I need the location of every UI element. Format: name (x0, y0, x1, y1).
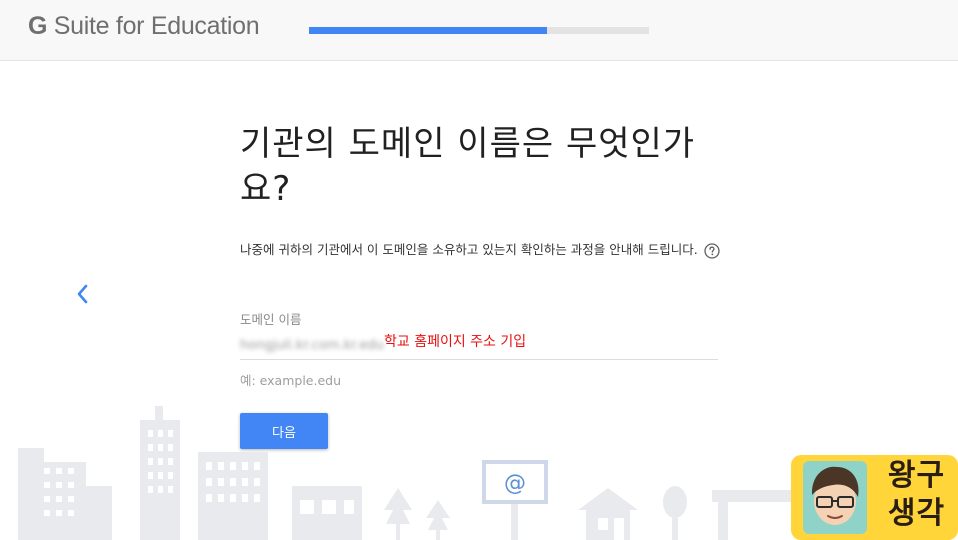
watermark-line-2: 생각 (887, 496, 946, 531)
help-circle-icon[interactable] (704, 242, 720, 259)
description-text: 나중에 귀하의 기관에서 이 도메인을 소유하고 있는지 확인하는 과정을 안내… (240, 242, 698, 257)
page-description: 나중에 귀하의 기관에서 이 도메인을 소유하고 있는지 확인하는 과정을 안내… (240, 238, 725, 261)
gsuite-logo: G Suite for Education (28, 12, 260, 41)
top-bar: G Suite for Education (0, 0, 958, 61)
billboard-at-sign: @ (504, 471, 526, 496)
page-title: 기관의 도메인 이름은 무엇인가요? (240, 124, 696, 209)
avatar-icon (803, 461, 867, 534)
watermark-text: 왕구 생각 (879, 457, 954, 533)
domain-input-value: hongjuli.kr.com.kr.edu (240, 338, 384, 353)
domain-name-input[interactable]: hongjuli.kr.com.kr.edu 학교 홈페이지 주소 기입 (240, 330, 718, 360)
chevron-left-icon (77, 284, 88, 304)
channel-watermark: 왕구 생각 (791, 455, 958, 540)
setup-progress-fill (309, 27, 547, 34)
watermark-line-1: 왕구 (887, 458, 946, 493)
setup-progress-bar (309, 27, 649, 34)
annotation-text: 학교 홈페이지 주소 기입 (384, 334, 527, 350)
back-button[interactable] (68, 280, 96, 308)
domain-example-hint: 예: example.edu (240, 373, 342, 388)
brand-g-letter: G (28, 12, 48, 40)
brand-text: Suite for Education (47, 12, 260, 40)
domain-field-label: 도메인 이름 (240, 312, 302, 327)
